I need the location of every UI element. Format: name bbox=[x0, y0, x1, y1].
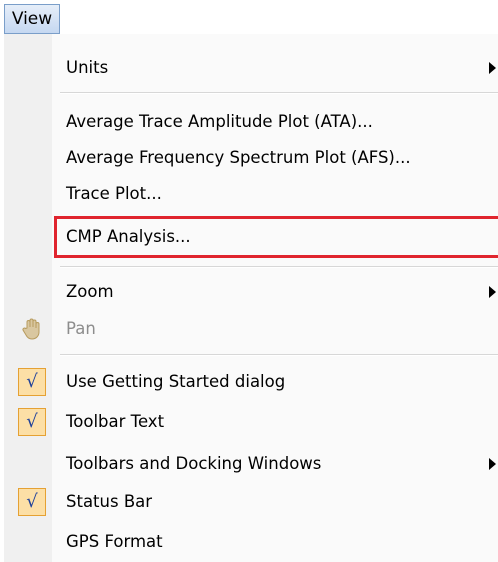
menu-separator bbox=[60, 92, 498, 94]
submenu-arrow-icon bbox=[489, 286, 496, 298]
menu-item-ata[interactable]: Average Trace Amplitude Plot (ATA)... bbox=[4, 104, 498, 140]
checkmark-icon: √ bbox=[18, 408, 46, 436]
menu-item-ata-label: Average Trace Amplitude Plot (ATA)... bbox=[66, 112, 373, 131]
menu-item-use-getting-started[interactable]: √ Use Getting Started dialog bbox=[4, 364, 498, 400]
menu-item-afs[interactable]: Average Frequency Spectrum Plot (AFS)... bbox=[4, 140, 498, 176]
submenu-arrow-icon bbox=[489, 62, 496, 74]
menu-item-units[interactable]: Units bbox=[4, 50, 498, 86]
menu-item-afs-label: Average Frequency Spectrum Plot (AFS)... bbox=[66, 148, 411, 167]
menu-item-trace-plot[interactable]: Trace Plot... bbox=[4, 176, 498, 212]
menu-item-pan-label: Pan bbox=[66, 319, 96, 338]
checkmark-icon: √ bbox=[18, 488, 46, 516]
menu-item-toolbar-text-label: Toolbar Text bbox=[66, 412, 165, 431]
menu-item-status-bar-label: Status Bar bbox=[66, 492, 153, 511]
menu-item-status-bar[interactable]: √ Status Bar bbox=[4, 484, 498, 520]
menu-item-use-getting-started-label: Use Getting Started dialog bbox=[66, 372, 286, 391]
menu-separator bbox=[60, 266, 498, 268]
cmp-analysis-highlight-outline bbox=[54, 216, 498, 258]
menu-item-toolbar-text[interactable]: √ Toolbar Text bbox=[4, 404, 498, 440]
menu-item-gps-format[interactable]: GPS Format bbox=[4, 524, 498, 560]
hand-icon bbox=[22, 318, 40, 340]
menu-item-toolbars-docking[interactable]: Toolbars and Docking Windows bbox=[4, 446, 498, 482]
menu-item-zoom[interactable]: Zoom bbox=[4, 274, 498, 310]
menu-item-units-label: Units bbox=[66, 58, 109, 77]
menu-item-trace-plot-label: Trace Plot... bbox=[66, 184, 162, 203]
view-menu-button[interactable]: View bbox=[4, 4, 60, 34]
menu-item-toolbars-docking-label: Toolbars and Docking Windows bbox=[66, 454, 322, 473]
view-dropdown-menu: Units Average Trace Amplitude Plot (ATA)… bbox=[4, 34, 498, 562]
screenshot-page: View Units Average Trace Amplitude Plot … bbox=[0, 0, 498, 562]
menu-separator bbox=[60, 354, 498, 356]
menu-item-zoom-label: Zoom bbox=[66, 282, 114, 301]
menu-item-pan[interactable]: Pan bbox=[4, 311, 498, 347]
checkmark-icon: √ bbox=[18, 368, 46, 396]
submenu-arrow-icon bbox=[489, 458, 496, 470]
menu-item-gps-format-label: GPS Format bbox=[66, 532, 163, 551]
